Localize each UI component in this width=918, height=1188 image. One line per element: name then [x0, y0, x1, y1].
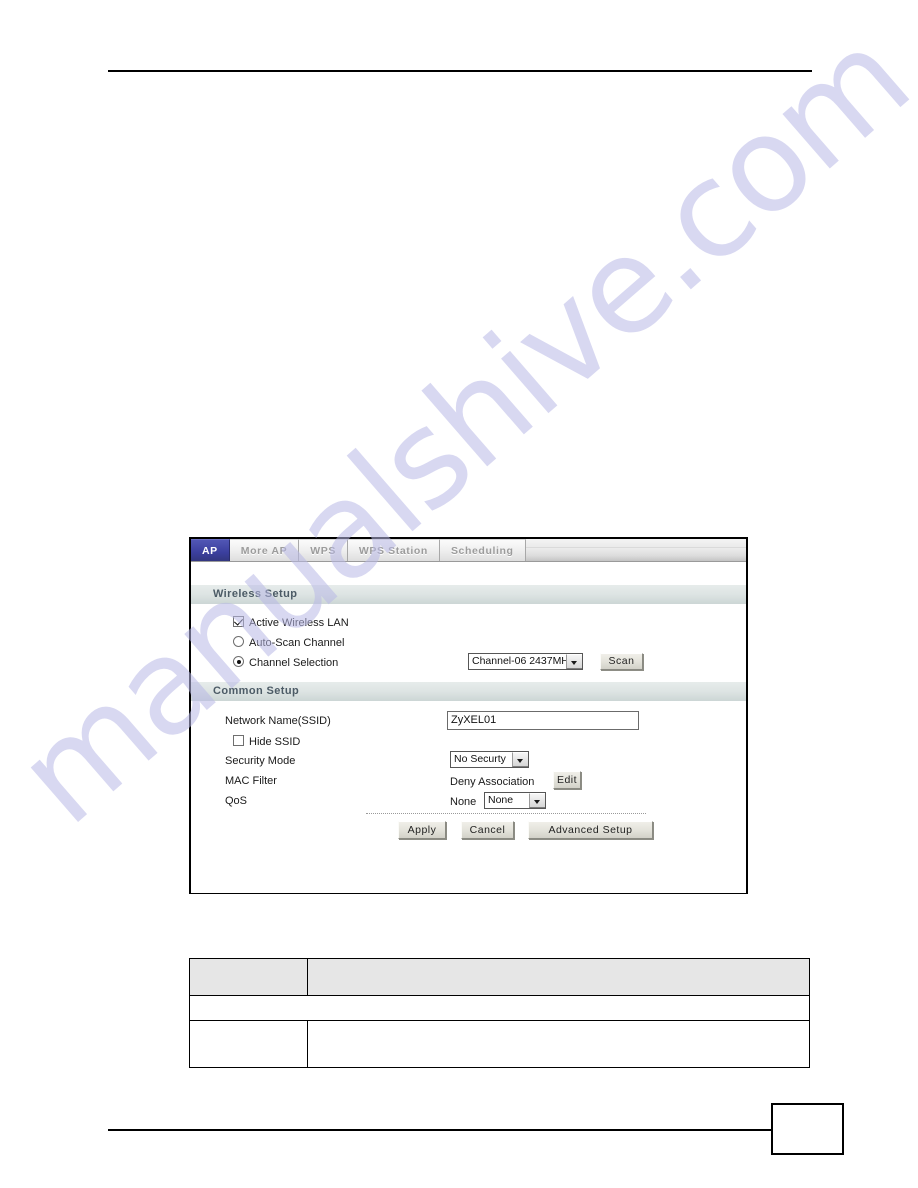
tab-more-ap-label: More AP: [240, 545, 288, 557]
chevron-down-icon[interactable]: [566, 654, 582, 669]
table-cell-label: [189, 1020, 308, 1068]
channel-select[interactable]: Channel-06 2437MHz: [468, 653, 583, 670]
hide-ssid-label: Hide SSID: [249, 736, 301, 748]
tab-strip-filler: [525, 547, 746, 561]
auto-scan-channel-label: Auto-Scan Channel: [249, 637, 345, 649]
qos-select-value: None: [488, 794, 514, 806]
page-number-box: [771, 1103, 844, 1155]
tab-wps-station-label: WPS Station: [358, 545, 428, 557]
channel-selection-row[interactable]: Channel Selection: [233, 656, 338, 669]
mac-filter-label: MAC Filter: [225, 775, 277, 787]
tab-scheduling-label: Scheduling: [450, 545, 514, 557]
router-config-screenshot: AP More AP WPS WPS Station Scheduling Wi…: [189, 537, 748, 894]
channel-selection-radio[interactable]: [233, 656, 244, 667]
advanced-setup-button[interactable]: Advanced Setup: [528, 821, 653, 839]
security-mode-select[interactable]: No Securty: [450, 751, 529, 768]
top-gap: [191, 562, 746, 585]
auto-scan-channel-row[interactable]: Auto-Scan Channel: [233, 636, 344, 649]
tab-ap[interactable]: AP: [191, 539, 230, 561]
section-header-wireless-setup: Wireless Setup: [191, 585, 746, 604]
network-name-label: Network Name(SSID): [225, 715, 331, 727]
tab-wps-station[interactable]: WPS Station: [347, 539, 440, 561]
cancel-button[interactable]: Cancel: [461, 821, 514, 839]
tab-scheduling[interactable]: Scheduling: [439, 539, 526, 561]
table-header-cell-label: [189, 958, 308, 996]
table-row: [189, 1020, 810, 1068]
channel-selection-label: Channel Selection: [249, 657, 339, 669]
mac-filter-value: Deny Association: [450, 776, 535, 788]
screenshot-body: Wireless Setup Active Wireless LAN Auto-…: [191, 562, 746, 893]
chevron-down-icon[interactable]: [512, 752, 528, 767]
qos-prefix-label: None: [450, 796, 477, 808]
qos-label: QoS: [225, 795, 248, 807]
reference-table: [189, 958, 810, 1068]
page-header-rule: [108, 70, 812, 72]
section-header-common-setup: Common Setup: [191, 682, 746, 701]
chevron-down-icon[interactable]: [529, 793, 545, 808]
page-footer-rule: [108, 1129, 772, 1131]
channel-select-value: Channel-06 2437MHz: [472, 655, 566, 667]
hide-ssid-row[interactable]: Hide SSID: [233, 735, 300, 748]
security-mode-label: Security Mode: [225, 755, 296, 767]
active-wireless-lan-row[interactable]: Active Wireless LAN: [233, 616, 349, 629]
table-cell-description: [307, 1020, 810, 1068]
tab-strip: AP More AP WPS WPS Station Scheduling: [191, 539, 746, 562]
apply-button[interactable]: Apply: [398, 821, 446, 839]
network-name-input[interactable]: ZyXEL01: [447, 711, 639, 730]
auto-scan-channel-radio[interactable]: [233, 636, 244, 647]
table-cell-span: [189, 995, 810, 1021]
active-wireless-lan-checkbox[interactable]: [233, 616, 244, 627]
tab-wps-label: WPS: [310, 545, 336, 557]
hide-ssid-checkbox[interactable]: [233, 735, 244, 746]
button-separator: [366, 813, 646, 814]
table-row: [189, 995, 810, 1021]
tab-wps[interactable]: WPS: [299, 539, 348, 561]
mac-filter-edit-button[interactable]: Edit: [553, 771, 581, 789]
wireless-setup-content: Active Wireless LAN Auto-Scan Channel Ch…: [191, 604, 746, 682]
table-header-cell-description: [307, 958, 810, 996]
active-wireless-lan-label: Active Wireless LAN: [249, 617, 349, 629]
common-setup-content: Network Name(SSID) ZyXEL01 Hide SSID Sec…: [191, 701, 746, 876]
scan-button[interactable]: Scan: [600, 653, 643, 670]
security-mode-select-value: No Securty: [454, 753, 506, 765]
qos-select[interactable]: None: [484, 792, 546, 809]
tab-ap-label: AP: [202, 545, 218, 557]
tab-more-ap[interactable]: More AP: [229, 539, 300, 561]
table-header-row: [189, 958, 810, 996]
